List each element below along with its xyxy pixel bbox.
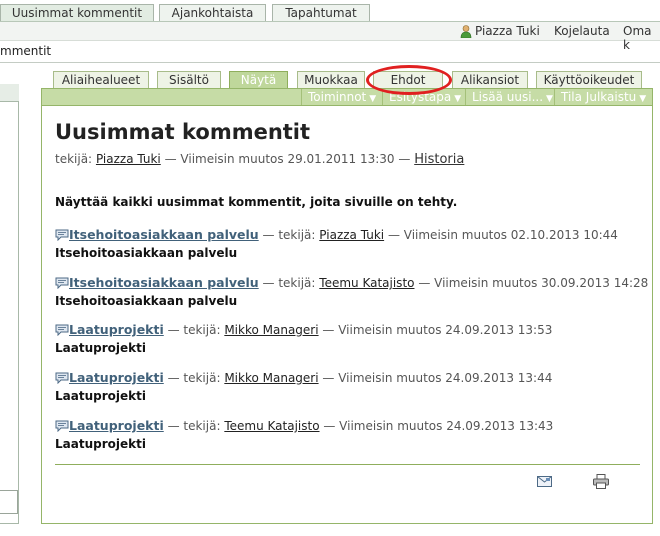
by-label: — tekijä: — [167, 323, 221, 337]
comment-icon — [55, 229, 69, 241]
modified-date: — Viimeisin muutos 02.10.2013 10:44 — [387, 228, 618, 242]
dropdown-arrow-icon: ▼ — [369, 94, 377, 104]
item-title-link[interactable]: Laatuprojekti — [69, 418, 164, 433]
dashboard-link[interactable]: Kojelauta — [554, 24, 610, 38]
page-title: Uusimmat kommentit — [55, 120, 311, 144]
byline-prefix: tekijä: — [55, 152, 93, 166]
menu-tila[interactable]: Tila Julkaistu ▼ — [554, 89, 646, 105]
dropdown-arrow-icon: ▼ — [639, 94, 647, 104]
list-item: Laatuprojekti — tekijä: Mikko Manageri —… — [55, 370, 645, 403]
author-link[interactable]: Piazza Tuki — [319, 228, 384, 242]
user-icon — [460, 25, 472, 38]
document-byline: tekijä: Piazza Tuki — Viimeisin muutos 2… — [55, 152, 464, 167]
modified-date: — Viimeisin muutos 30.09.2013 14:28 — [418, 276, 649, 290]
menu-label: Toiminnot — [308, 90, 367, 104]
tab-uusimmat-kommentit[interactable]: Uusimmat kommentit — [0, 4, 154, 22]
left-portlet-header — [0, 84, 19, 102]
list-item: Laatuprojekti — tekijä: Mikko Manageri —… — [55, 322, 645, 355]
item-subtitle: Laatuprojekti — [55, 437, 146, 451]
item-subtitle: Laatuprojekti — [55, 341, 146, 355]
user-bar: Piazza Tuki Kojelauta Oma k — [0, 22, 660, 52]
tab-tapahtumat[interactable]: Tapahtumat — [272, 4, 370, 22]
list-item: Laatuprojekti — tekijä: Teemu Katajisto … — [55, 418, 645, 451]
menu-lisaa-uusi[interactable]: Lisää uusi... ▼ — [465, 89, 553, 105]
item-subtitle: Itsehoitoasiakkaan palvelu — [55, 246, 238, 260]
menu-label: Tila Julkaistu — [561, 90, 637, 104]
item-subtitle: Itsehoitoasiakkaan palvelu — [55, 294, 238, 308]
menu-label: Lisää uusi... — [472, 90, 544, 104]
item-title-link[interactable]: Itsehoitoasiakkaan palvelu — [69, 227, 259, 242]
history-link[interactable]: Historia — [414, 152, 464, 167]
by-label: — tekijä: — [167, 419, 221, 433]
by-label: — tekijä: — [262, 228, 316, 242]
user-name-link[interactable]: Piazza Tuki — [475, 24, 540, 38]
modified-date: — Viimeisin muutos 24.09.2013 13:44 — [322, 371, 553, 385]
mail-icon[interactable] — [537, 476, 552, 487]
modified-date: — Viimeisin muutos 24.09.2013 13:43 — [323, 419, 554, 433]
by-label: — tekijä: — [167, 371, 221, 385]
left-portlet — [0, 84, 19, 524]
item-title-link[interactable]: Laatuprojekti — [69, 322, 164, 337]
comment-icon — [55, 372, 69, 384]
author-link[interactable]: Mikko Manageri — [224, 371, 318, 385]
own-link[interactable]: Oma k — [623, 24, 660, 52]
item-title-link[interactable]: Laatuprojekti — [69, 370, 164, 385]
author-link[interactable]: Teemu Katajisto — [319, 276, 414, 290]
list-item: Itsehoitoasiakkaan palvelu — tekijä: Tee… — [55, 275, 649, 308]
menu-toiminnot[interactable]: Toiminnot ▼ — [301, 89, 376, 105]
tab-ajankohtaista[interactable]: Ajankohtaista — [159, 4, 266, 22]
dropdown-arrow-icon: ▼ — [454, 94, 462, 104]
highlight-annotation — [366, 65, 452, 95]
tab-muokkaa[interactable]: Muokkaa — [297, 71, 365, 89]
tab-sisalto[interactable]: Sisältö — [157, 71, 221, 89]
comment-icon — [55, 324, 69, 336]
comment-icon — [55, 420, 69, 432]
divider — [55, 464, 640, 465]
item-subtitle: Laatuprojekti — [55, 389, 146, 403]
author-link[interactable]: Mikko Manageri — [224, 323, 318, 337]
author-link[interactable]: Piazza Tuki — [96, 152, 161, 166]
modified-date: — Viimeisin muutos 29.01.2011 13:30 — — [164, 152, 411, 166]
page-description: Näyttää kaikki uusimmat kommentit, joita… — [55, 195, 458, 209]
comment-icon — [55, 277, 69, 289]
tab-aliaihealueet[interactable]: Aliaihealueet — [53, 71, 149, 89]
action-menubar: Toiminnot ▼ Esitystapa ▼ Lisää uusi... ▼ Ti… — [41, 88, 653, 106]
left-search-input[interactable] — [0, 490, 18, 514]
modified-date: — Viimeisin muutos 24.09.2013 13:53 — [322, 323, 553, 337]
item-title-link[interactable]: Itsehoitoasiakkaan palvelu — [69, 275, 259, 290]
dropdown-arrow-icon: ▼ — [546, 94, 553, 104]
by-label: — tekijä: — [262, 276, 316, 290]
tab-kayttooikeudet[interactable]: Käyttöoikeudet — [536, 71, 642, 89]
content-panel — [41, 106, 653, 524]
breadcrumb: mmentit — [0, 44, 52, 58]
author-link[interactable]: Teemu Katajisto — [224, 419, 319, 433]
print-icon[interactable] — [593, 474, 609, 489]
divider — [0, 62, 660, 63]
list-item: Itsehoitoasiakkaan palvelu — tekijä: Pia… — [55, 227, 645, 260]
tab-alikansiot[interactable]: Alikansiot — [452, 71, 528, 89]
